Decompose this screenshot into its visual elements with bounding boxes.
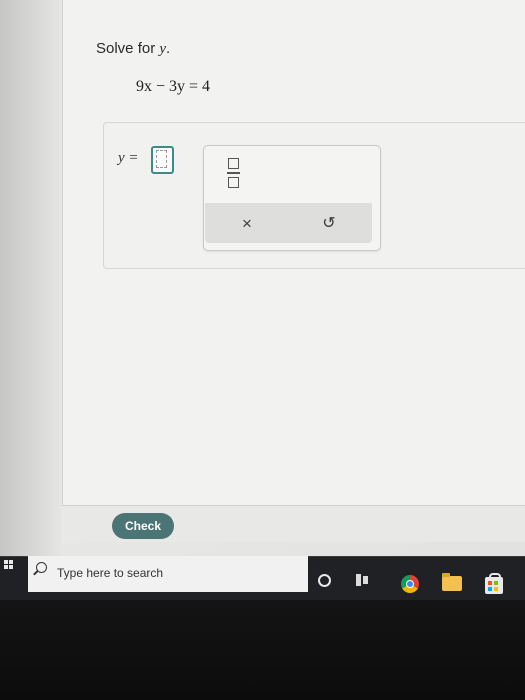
fraction-bar-icon (226, 172, 240, 174)
task-view-icon[interactable] (356, 574, 370, 586)
chrome-icon[interactable] (401, 575, 419, 593)
answer-label: y = (118, 150, 139, 166)
check-button[interactable]: Check (112, 513, 174, 539)
windows-start-icon[interactable] (4, 560, 14, 570)
answer-input[interactable] (151, 146, 174, 174)
left-margin (0, 0, 62, 556)
store-icon[interactable] (485, 573, 503, 594)
denominator-box-icon (227, 177, 239, 188)
clear-button[interactable]: × (236, 212, 258, 236)
prompt-text: Solve for (96, 40, 160, 57)
prompt-end: . (166, 40, 171, 57)
input-placeholder-icon (156, 150, 167, 168)
undo-button[interactable]: ↺ (318, 212, 340, 236)
screen: Solve for y. 9x − 3y = 4 y = × ↺ Check (0, 0, 525, 556)
equation: 9x − 3y = 4 (136, 78, 211, 95)
question-prompt: Solve for y. (96, 40, 170, 58)
search-placeholder: Type here to search (57, 566, 164, 580)
file-explorer-icon[interactable] (442, 573, 462, 591)
numerator-box-icon (227, 158, 239, 169)
toolpad-action-bar (205, 203, 372, 243)
laptop-bezel (0, 600, 525, 700)
fraction-button[interactable] (224, 158, 242, 188)
cortana-icon[interactable] (318, 574, 331, 587)
search-icon (36, 562, 47, 573)
